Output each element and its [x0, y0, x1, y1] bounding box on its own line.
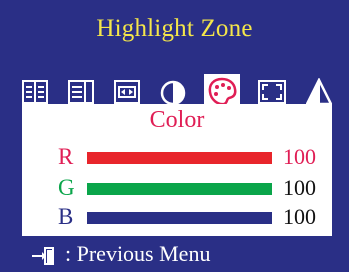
footer: : Previous Menu [0, 236, 349, 272]
blue-level-bar[interactable] [87, 212, 272, 224]
half-circle-icon[interactable] [160, 80, 186, 106]
panel-arrows-icon[interactable] [114, 80, 140, 104]
red-level-bar[interactable] [87, 152, 272, 164]
green-level-bar[interactable] [87, 183, 272, 195]
exit-door-icon[interactable] [30, 246, 58, 266]
panel-columns-icon[interactable] [68, 80, 94, 104]
blue-label: B [58, 204, 74, 229]
panel-title: Color [149, 107, 205, 133]
green-value: 100 [283, 175, 316, 200]
panel-lines-icon[interactable] [22, 80, 48, 104]
blue-value: 100 [283, 204, 316, 229]
osd-menu: Highlight Zone Color R 100 G 100 B 100:… [0, 0, 349, 272]
previous-menu-label[interactable]: : Previous Menu [65, 236, 210, 272]
triangle-icon[interactable] [306, 78, 332, 106]
red-label: R [58, 144, 74, 169]
green-label: G [58, 175, 75, 200]
red-value: 100 [283, 144, 316, 169]
red-row[interactable]: R 100 [22, 142, 332, 172]
frame-corners-icon[interactable] [258, 80, 286, 104]
green-row[interactable]: G 100 [22, 173, 332, 203]
color-panel: Color R 100 G 100 B 100 [22, 104, 332, 236]
menu-title: Highlight Zone [96, 15, 253, 42]
blue-row[interactable]: B 100 [22, 202, 332, 232]
